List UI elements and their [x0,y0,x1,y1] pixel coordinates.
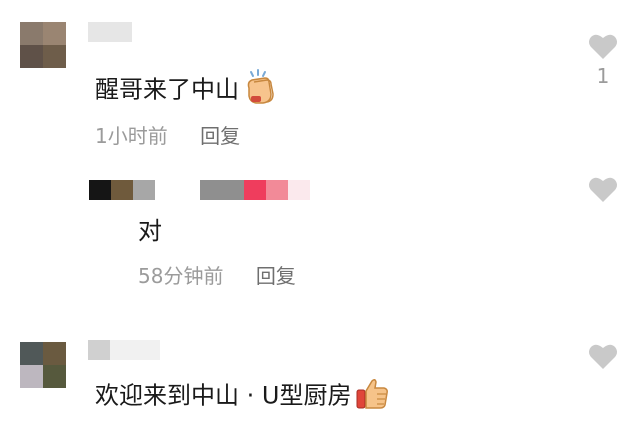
heart-icon [589,344,617,369]
comment-text: 欢迎来到中山 · U型厨房 [95,376,389,417]
username-blurred[interactable] [88,340,160,360]
comment-text: 对 [138,216,162,246]
comment-text: 醒哥来了中山 [95,68,279,113]
like-count: 1 [596,64,610,88]
like-button[interactable] [588,342,618,370]
comment-time: 58分钟前 [138,264,224,288]
comment-time: 1小时前 [95,124,168,148]
like-button[interactable] [588,32,618,60]
heart-icon [589,177,617,202]
username-blurred[interactable] [88,22,132,42]
reply-target-blurred[interactable] [200,180,310,200]
avatar[interactable] [20,342,66,388]
comment-text-content: 对 [138,217,162,245]
reply-button[interactable]: 回复 [200,124,240,148]
comment-text-content: 醒哥来了中山 [95,75,239,104]
heart-icon [589,34,617,59]
comment-meta: 58分钟前 回复 [138,264,296,288]
like-button[interactable] [588,175,618,203]
comment-text-content: 欢迎来到中山 · U型厨房 [95,381,352,410]
comment-meta: 1小时前 回复 [95,124,240,148]
avatar[interactable] [20,22,66,68]
username-blurred[interactable] [89,180,155,200]
reply-button[interactable]: 回复 [256,264,296,288]
thumbs-up-icon [355,376,389,417]
clapping-hands-icon [241,68,279,113]
